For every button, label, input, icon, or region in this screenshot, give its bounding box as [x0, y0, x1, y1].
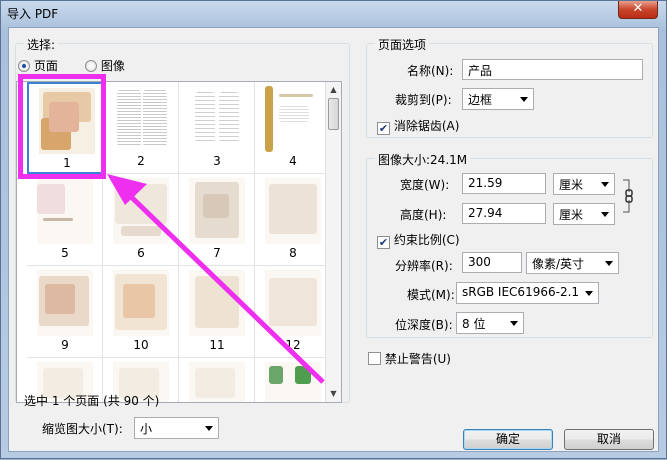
import-pdf-dialog: 导入 PDF ✕ 选择: 页面 图像 1 2 3 4 5 6 7 8 9 10 … — [0, 0, 667, 459]
annotation-arrow-icon — [107, 174, 325, 384]
